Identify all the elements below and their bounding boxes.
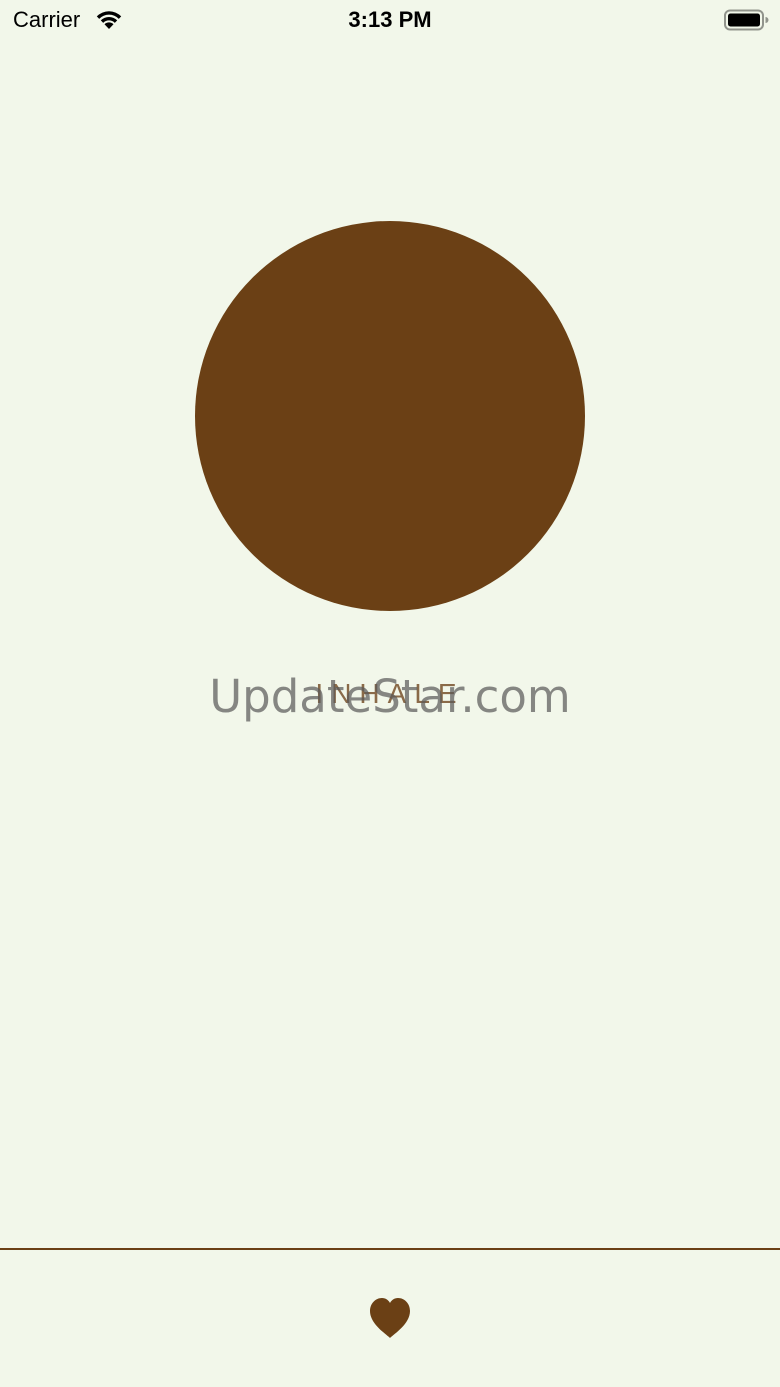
breathing-circle[interactable] xyxy=(195,221,585,611)
battery-icon xyxy=(724,9,770,31)
status-time: 3:13 PM xyxy=(348,7,432,32)
tab-bar-divider xyxy=(0,1248,780,1250)
breath-phase-label: INHALE xyxy=(315,678,465,709)
favorites-tab-button[interactable] xyxy=(362,1292,418,1348)
heart-icon xyxy=(368,1297,412,1344)
status-bar: Carrier 3:13 PM xyxy=(0,0,780,44)
